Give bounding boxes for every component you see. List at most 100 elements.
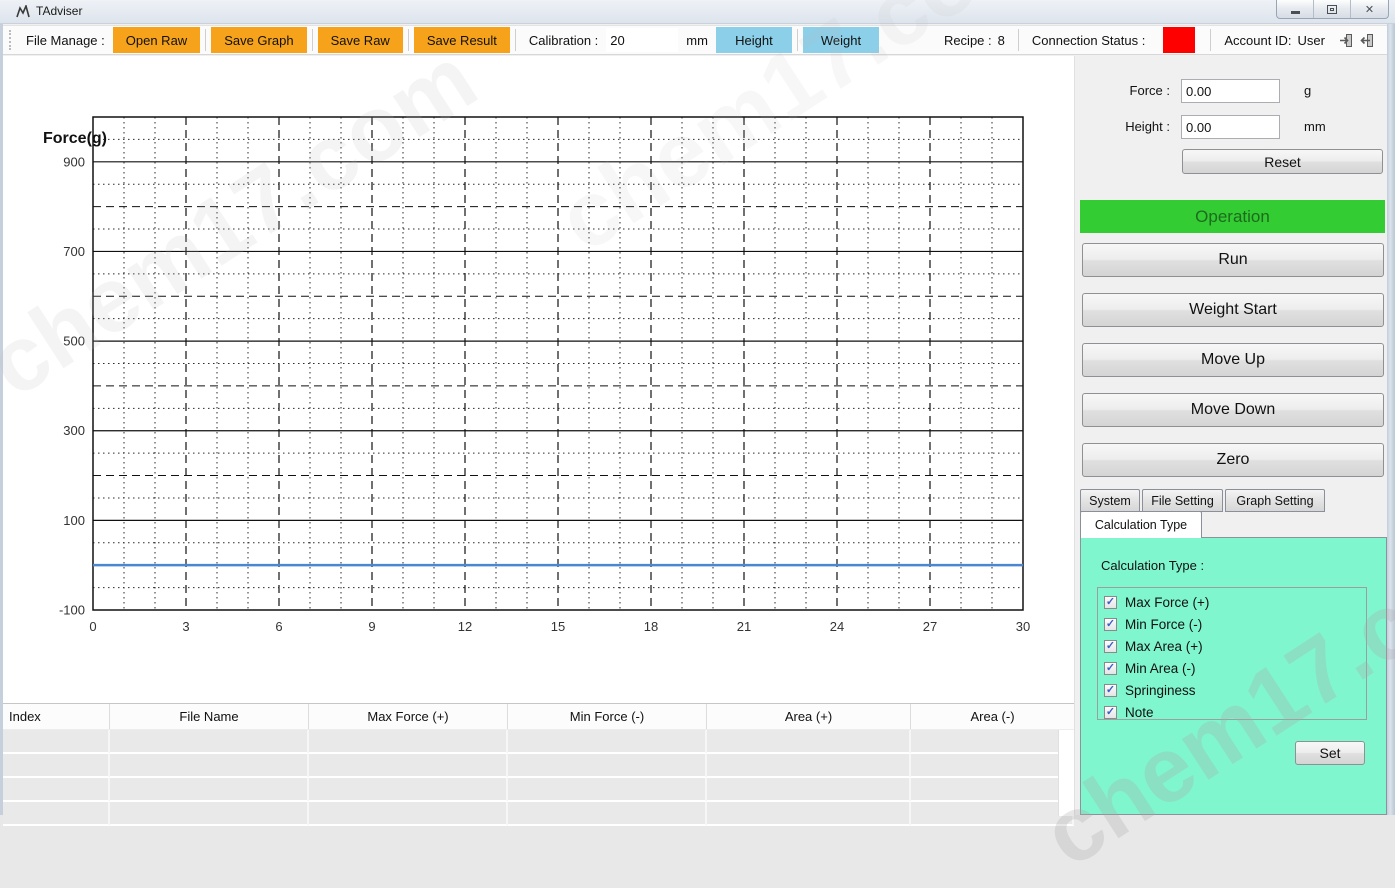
column-header-file-name[interactable]: File Name [110,704,309,729]
minimize-button[interactable] [1277,0,1314,18]
svg-text:12: 12 [458,619,472,634]
table-cell [911,802,1074,826]
column-header-area-plus[interactable]: Area (+) [707,704,911,729]
move-up-button[interactable]: Move Up [1082,343,1384,377]
reset-button[interactable]: Reset [1182,149,1383,174]
maximize-button[interactable] [1314,0,1351,18]
recipe-value: 8 [998,33,1005,48]
file-manage-label: File Manage : [26,33,105,48]
recipe-label: Recipe : [944,33,992,48]
checkbox-icon[interactable]: ✓ [1104,706,1117,719]
tab-file-setting[interactable]: File Setting [1142,489,1223,512]
window-border-left [0,24,3,815]
toolbar-separator [515,29,516,51]
table-row[interactable] [3,802,1074,826]
table-cell [110,754,309,778]
svg-text:27: 27 [923,619,937,634]
svg-text:30: 30 [1016,619,1030,634]
logout-icon[interactable] [1360,33,1375,48]
window-controls: ✕ [1276,0,1389,19]
svg-text:3: 3 [182,619,189,634]
checkbox-icon[interactable]: ✓ [1104,662,1117,675]
svg-text:300: 300 [63,423,85,438]
checkbox-icon[interactable]: ✓ [1104,684,1117,697]
column-header-area-minus[interactable]: Area (-) [911,704,1074,729]
svg-text:-100: -100 [59,603,85,618]
account-id-value: User [1298,33,1325,48]
column-header-min-force[interactable]: Min Force (-) [508,704,707,729]
results-table: Index File Name Max Force (+) Min Force … [3,703,1074,815]
set-button[interactable]: Set [1295,741,1365,765]
table-row[interactable] [3,778,1074,802]
table-cell [707,730,911,754]
toolbar: File Manage : Open Raw Save Graph Save R… [3,25,1387,55]
open-raw-button[interactable]: Open Raw [113,27,200,53]
weight-mode-button[interactable]: Weight [803,27,879,53]
calculation-type-panel: Calculation Type : ✓Max Force (+)✓Min Fo… [1080,537,1387,815]
toolbar-separator [797,29,798,51]
calculation-option-label: Note [1125,705,1154,720]
app-logo-icon [16,5,31,19]
toolbar-grip[interactable] [9,30,12,50]
table-row[interactable] [3,754,1074,778]
table-cell [707,802,911,826]
height-readout-input[interactable] [1181,115,1280,139]
table-cell [3,730,110,754]
checkbox-icon[interactable]: ✓ [1104,640,1117,653]
table-cell [110,730,309,754]
save-graph-button[interactable]: Save Graph [211,27,306,53]
save-result-button[interactable]: Save Result [414,27,510,53]
table-cell [508,778,707,802]
save-raw-button[interactable]: Save Raw [318,27,403,53]
calculation-option-label: Max Area (+) [1125,639,1203,654]
table-cell [309,730,508,754]
height-unit-label: mm [1304,119,1326,134]
calibration-unit: mm [686,33,708,48]
title-bar: TAdviser ✕ [0,0,1395,24]
move-down-button[interactable]: Move Down [1082,393,1384,427]
calculation-option-label: Min Area (-) [1125,661,1196,676]
tab-system[interactable]: System [1080,489,1140,512]
table-cell [110,778,309,802]
calculation-type-list: ✓Max Force (+)✓Min Force (-)✓Max Area (+… [1097,587,1367,720]
weight-start-button[interactable]: Weight Start [1082,293,1384,327]
calculation-option: ✓ Max Area (+) [1104,635,1366,657]
table-cell [707,778,911,802]
table-cell [707,754,911,778]
svg-text:500: 500 [63,334,85,349]
svg-text:6: 6 [275,619,282,634]
table-scrollbar[interactable] [1058,730,1074,816]
calibration-input[interactable] [606,28,678,52]
table-body [3,730,1074,826]
tab-graph-setting[interactable]: Graph Setting [1225,489,1325,512]
close-button[interactable]: ✕ [1351,0,1388,18]
table-row[interactable] [3,730,1074,754]
force-readout-input[interactable] [1181,79,1280,103]
login-icon[interactable] [1339,33,1354,48]
zero-button[interactable]: Zero [1082,443,1384,477]
table-cell [508,730,707,754]
toolbar-separator [312,29,313,51]
table-cell [911,730,1074,754]
table-cell [309,778,508,802]
toolbar-separator [408,29,409,51]
column-header-max-force[interactable]: Max Force (+) [309,704,508,729]
calculation-option: ✓Max Force (+) [1104,591,1366,613]
toolbar-separator [1210,29,1211,51]
calculation-option-label: Min Force (-) [1125,617,1202,632]
run-button[interactable]: Run [1082,243,1384,277]
checkbox-icon[interactable]: ✓ [1104,596,1117,609]
minimize-icon [1291,11,1300,14]
height-mode-button[interactable]: Height [716,27,792,53]
calibration-label: Calibration : [529,33,598,48]
column-header-index[interactable]: Index [3,704,110,729]
maximize-icon [1327,5,1337,14]
tab-calculation-type[interactable]: Calculation Type [1080,511,1202,538]
account-id-label: Account ID: [1224,33,1291,48]
table-cell [309,754,508,778]
svg-text:9: 9 [368,619,375,634]
checkbox-icon[interactable]: ✓ [1104,618,1117,631]
calculation-option: ✓ Note [1104,701,1366,723]
calculation-type-label: Calculation Type : [1101,558,1204,573]
svg-text:18: 18 [644,619,658,634]
